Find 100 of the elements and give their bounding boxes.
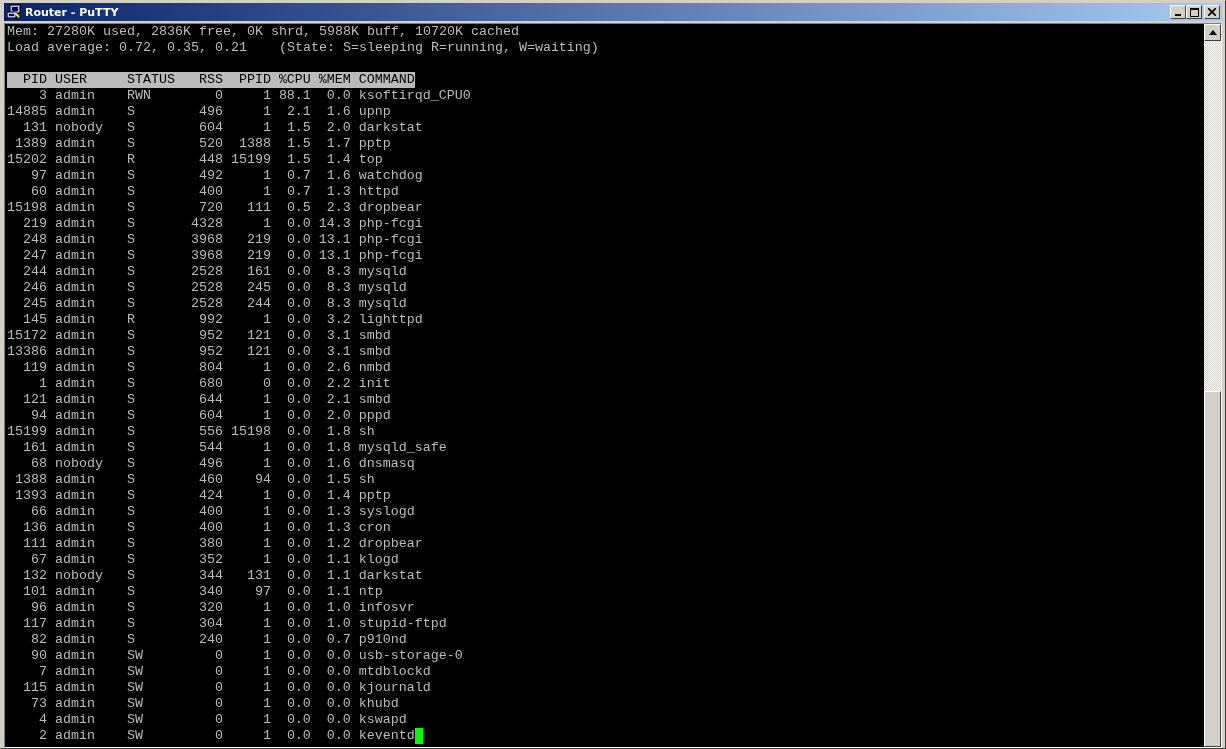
table-cell: top [358, 152, 383, 168]
table-cell-text: 1 [38, 376, 47, 392]
table-cell-text: admin [54, 136, 96, 152]
table-cell-text: 101 [22, 584, 47, 600]
table-cell-text: 604 [197, 120, 223, 136]
table-cell-text: 520 [197, 136, 223, 152]
table-cell-text: S [126, 632, 136, 648]
table-cell-text: admin [54, 664, 96, 680]
table-cell-text: 460 [197, 472, 223, 488]
table-cell-text: S [126, 104, 136, 120]
table-cell-text: 0 [261, 376, 271, 392]
table-cell-text: 1.2 [325, 536, 351, 552]
table-cell-text: 88.1 [277, 88, 311, 104]
table-cell-text: 1 [261, 680, 271, 696]
table-cell-text: SW [126, 696, 144, 712]
table-cell-text: 0.0 [285, 328, 311, 344]
table-cell-text: 240 [197, 632, 223, 648]
table-cell-text: R [126, 152, 136, 168]
table-cell: sh [358, 472, 375, 488]
table-cell-text: 1 [261, 696, 271, 712]
close-button[interactable] [1204, 5, 1220, 19]
table-cell-text: 246 [22, 280, 47, 296]
table-cell-text: 60 [30, 184, 47, 200]
table-cell-text: 0 [213, 664, 223, 680]
table-cell-text: 7 [38, 664, 47, 680]
table-cell-text: admin [54, 280, 96, 296]
table-cell-text: admin [54, 152, 96, 168]
scrollbar[interactable] [1204, 24, 1221, 747]
column-header: USER [54, 72, 88, 88]
table-cell-text: 1.4 [325, 488, 351, 504]
close-icon [1208, 8, 1216, 16]
table-cell-text: S [126, 344, 136, 360]
table-cell-text: S [126, 456, 136, 472]
maximize-button[interactable] [1186, 5, 1202, 19]
table-cell-text: 1.5 [325, 472, 351, 488]
table-cell-text: 67 [30, 552, 47, 568]
table-cell-text: 0.0 [285, 440, 311, 456]
table-cell-text: 132 [22, 568, 47, 584]
table-cell-text: 0.7 [285, 184, 311, 200]
table-cell-text: 1 [261, 440, 271, 456]
table-cell-text: 0 [213, 696, 223, 712]
scroll-up-button[interactable] [1204, 24, 1221, 41]
table-cell-text: 352 [197, 552, 223, 568]
column-header: %MEM [317, 72, 351, 88]
table-cell-text: admin [54, 376, 96, 392]
table-cell-text: SW [126, 648, 144, 664]
table-cell-text: 1388 [237, 136, 271, 152]
table-cell: darkstat [358, 568, 423, 584]
table-cell-text: 8.3 [325, 264, 351, 280]
table-cell-text: 0.0 [285, 504, 311, 520]
table-cell-text: 0.0 [285, 312, 311, 328]
table-cell-text: 66 [30, 504, 47, 520]
table-cell-text: 556 [197, 424, 223, 440]
table-cell-text: 0.0 [285, 296, 311, 312]
scrollbar-thumb[interactable] [1204, 391, 1221, 747]
table-cell-text: S [126, 584, 136, 600]
table-cell-text: 992 [197, 312, 223, 328]
table-cell-text: S [126, 568, 136, 584]
table-cell-text: S [126, 536, 136, 552]
table-cell-text: S [126, 136, 136, 152]
table-cell-text: 720 [197, 200, 223, 216]
table-cell-text: 8.3 [325, 280, 351, 296]
window-title: Router - PuTTY [25, 5, 120, 19]
table-cell-text: 0.0 [285, 552, 311, 568]
table-cell-text: 0.0 [285, 648, 311, 664]
table-cell-text: 0.0 [285, 520, 311, 536]
table-cell-text: S [126, 264, 136, 280]
table-cell-text: SW [126, 664, 144, 680]
table-cell-text: 15198 [229, 424, 271, 440]
table-cell-text: admin [54, 696, 96, 712]
table-cell: 15202 [7, 152, 47, 168]
table-cell-text: 0.0 [285, 232, 311, 248]
table-cell-text: admin [54, 264, 96, 280]
table-cell-text: admin [54, 616, 96, 632]
table-cell-text: 131 [245, 568, 271, 584]
table-cell-text: admin [54, 712, 96, 728]
table-cell-text: 1.5 [285, 136, 311, 152]
table-cell: klogd [358, 552, 399, 568]
table-cell: keventd [358, 728, 415, 744]
table-cell: ksoftirqd_CPU0 [358, 88, 471, 104]
table-cell-text: admin [54, 552, 96, 568]
table-cell-text: 2.3 [325, 200, 351, 216]
table-cell-text: 2 [38, 728, 47, 744]
table-cell-text: S [126, 216, 136, 232]
table-cell-text: 2528 [189, 264, 223, 280]
table-cell-text: admin [54, 312, 96, 328]
table-cell-text: 121 [245, 344, 271, 360]
table-cell-text: admin [54, 344, 96, 360]
table-cell-text: 0.0 [325, 696, 351, 712]
table-cell-text: 1.8 [325, 424, 351, 440]
table-cell-text: 1 [261, 728, 271, 744]
table-cell-text: 3.1 [325, 328, 351, 344]
maximize-icon [1189, 7, 1199, 17]
table-cell-text: 1393 [14, 488, 47, 504]
minimize-button[interactable] [1170, 5, 1186, 19]
table-cell-text: 219 [245, 248, 271, 264]
table-cell: dropbear [358, 200, 423, 216]
table-cell-text: 0.0 [285, 472, 311, 488]
table-cell-text: 73 [30, 696, 47, 712]
table-cell-text: SW [126, 680, 144, 696]
